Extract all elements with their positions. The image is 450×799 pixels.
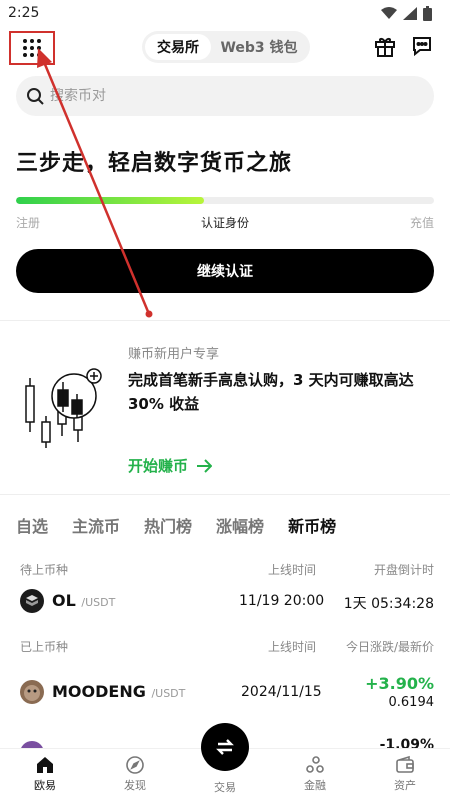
start-earning-label: 开始赚币 (128, 457, 189, 475)
search-input[interactable] (50, 88, 350, 104)
wifi-icon (381, 7, 397, 19)
continue-verification-button[interactable]: 继续认证 (16, 249, 434, 293)
pending-col-coin: 待上币种 (20, 563, 69, 577)
divider (0, 320, 450, 321)
tab-new-listings[interactable]: 新币榜 (288, 513, 336, 537)
tab-gainers[interactable]: 涨幅榜 (216, 513, 264, 537)
nav-home[interactable]: 欧易 (15, 755, 75, 793)
swap-icon (216, 739, 234, 755)
list-item[interactable]: MOODENG /USDT 2024/11/15 +3.90% 0.6194 (20, 674, 434, 714)
tab-hot[interactable]: 热门榜 (144, 513, 192, 537)
message-icon[interactable] (411, 35, 433, 57)
step-verify-identity: 认证身份 (201, 216, 250, 230)
nav-finance[interactable]: 金融 (285, 755, 345, 793)
nav-assets[interactable]: 资产 (375, 755, 435, 793)
price-cell: +3.90% 0.6194 (365, 674, 434, 710)
candlestick-illustration (25, 368, 102, 448)
search-bar[interactable] (16, 76, 434, 116)
onboarding-progress (16, 197, 434, 204)
promo-description: 完成首笔新手高息认购，3 天内可赚取高达 30% 收益 (128, 371, 414, 413)
promo-label: 赚币新用户专享 (128, 347, 220, 362)
coin-name: OL /USDT (52, 591, 116, 610)
apps-menu-button[interactable] (9, 31, 55, 65)
listing-time: 11/19 20:00 (239, 593, 325, 609)
wallet-icon (396, 755, 414, 773)
start-earning-link[interactable]: 开始赚币 (128, 455, 213, 476)
coins-icon (306, 756, 324, 773)
nav-trade[interactable]: 交易 (195, 779, 255, 795)
signal-icon (403, 7, 417, 20)
battery-icon (423, 6, 432, 21)
gift-icon[interactable] (374, 35, 396, 57)
step-deposit: 充值 (409, 216, 434, 230)
system-icons (381, 6, 432, 21)
onboarding-title: 三步走，轻启数字货币之旅 (16, 151, 293, 176)
compass-icon (126, 756, 144, 774)
listing-date: 2024/11/15 (241, 684, 322, 700)
top-bar: 交易所 Web3 钱包 (0, 30, 450, 65)
coin-moodeng-icon (20, 680, 44, 704)
step-register: 注册 (16, 216, 41, 230)
tab-web3-wallet[interactable]: Web3 钱包 (211, 37, 307, 57)
divider (0, 494, 450, 495)
listed-col-coin: 已上币种 (20, 640, 69, 654)
listed-col-time: 上线时间 (268, 640, 317, 654)
pending-col-countdown: 开盘倒计时 (373, 563, 434, 577)
home-icon (37, 757, 53, 773)
trade-fab-button[interactable] (201, 723, 249, 771)
list-item[interactable]: OL /USDT 11/19 20:00 1天 05:34:28 (20, 585, 434, 615)
latest-price: 0.6194 (388, 695, 435, 710)
daily-change: +3.90% (365, 674, 434, 693)
coin-name: MOODENG /USDT (52, 682, 186, 701)
grid-dots-icon (23, 39, 41, 57)
tab-exchange[interactable]: 交易所 (145, 34, 211, 60)
mode-switch: 交易所 Web3 钱包 (142, 31, 310, 63)
coin-ol-icon (20, 589, 44, 613)
onboarding-progress-fill (16, 197, 205, 204)
arrow-right-icon (197, 458, 213, 473)
tab-favorites[interactable]: 自选 (16, 513, 48, 537)
status-bar: 2:25 (0, 0, 450, 26)
status-time: 2:25 (8, 5, 40, 21)
nav-discover[interactable]: 发现 (105, 755, 165, 793)
opening-countdown: 1天 05:34:28 (343, 596, 434, 612)
search-icon (27, 88, 44, 105)
pending-col-time: 上线时间 (268, 563, 317, 577)
market-tabs: 自选 主流币 热门榜 涨幅榜 新币榜 (16, 513, 360, 537)
tab-major-coins[interactable]: 主流币 (72, 513, 120, 537)
listed-col-change: 今日涨跌/最新价 (345, 640, 434, 654)
